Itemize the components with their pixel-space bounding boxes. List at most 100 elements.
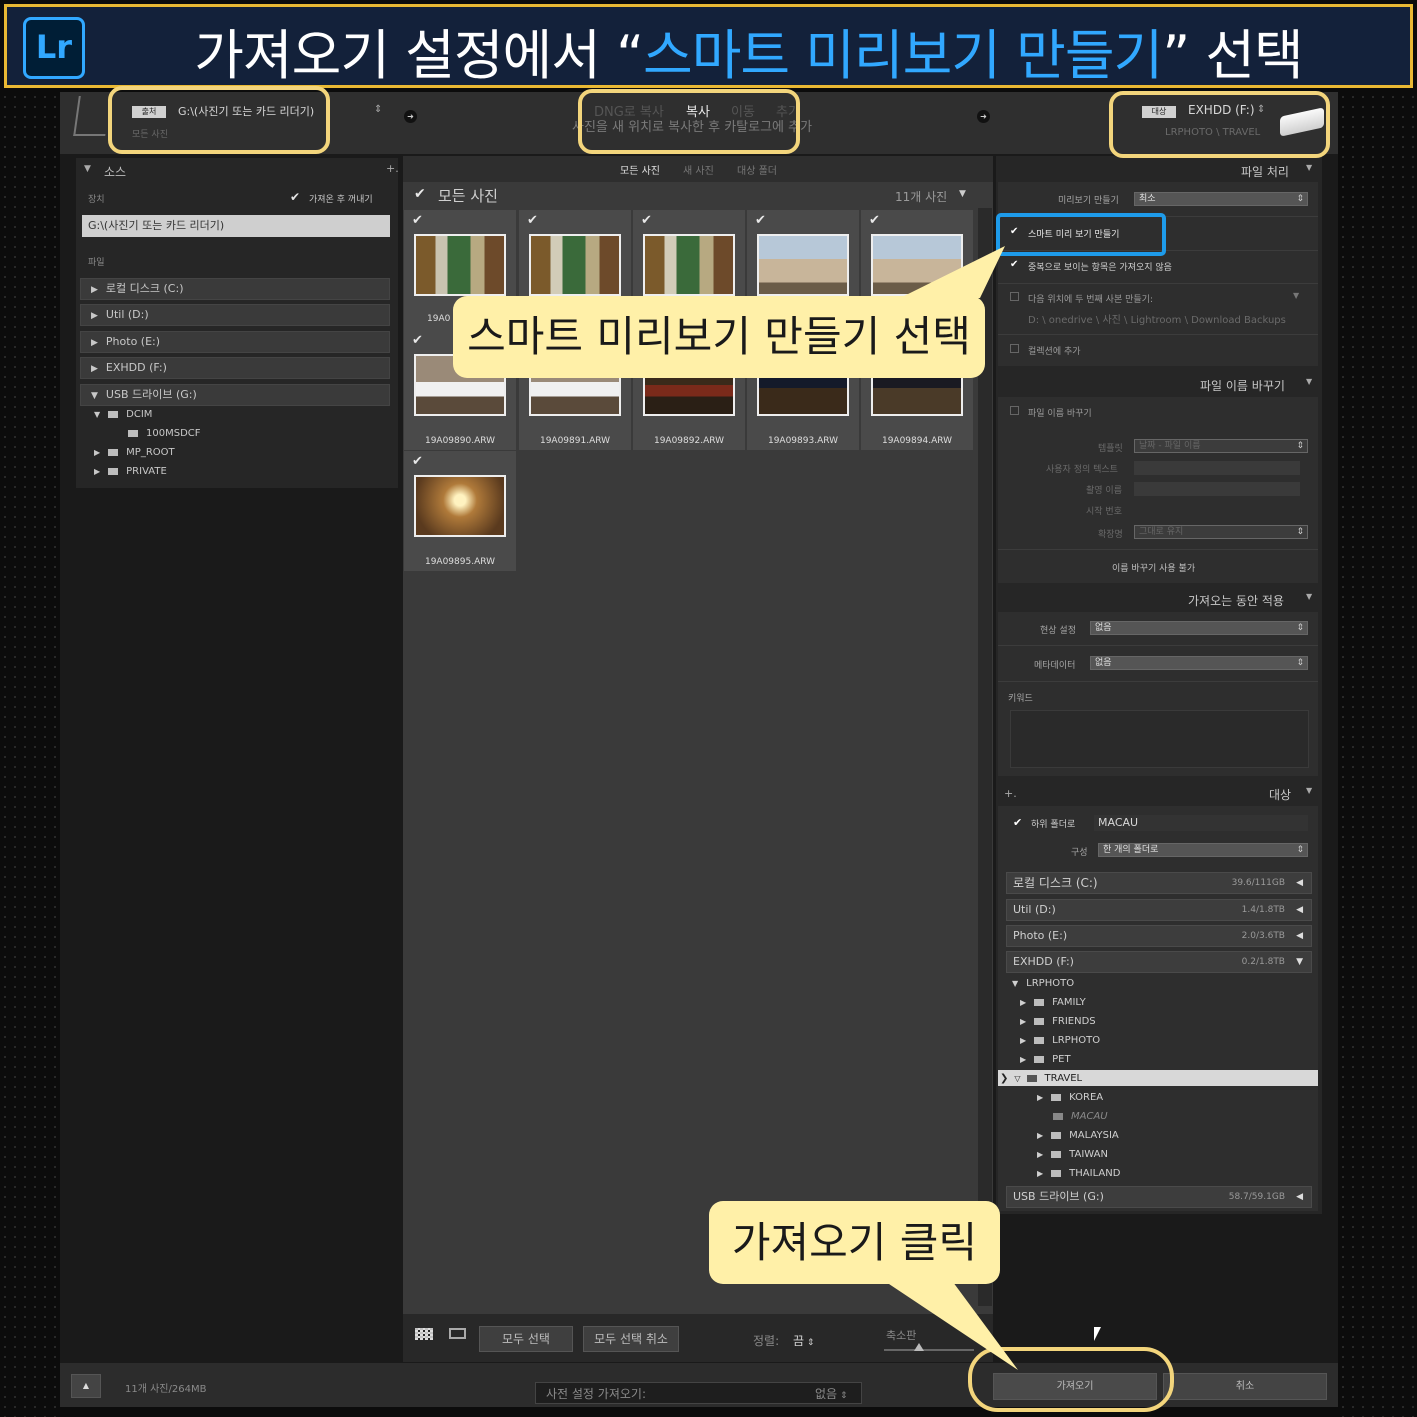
collapse-icon[interactable]: ▼ [1306, 592, 1312, 601]
dest-tree-korea[interactable]: ▶ KOREA [1037, 1092, 1103, 1103]
dest-tree-macau[interactable]: MACAU [1053, 1111, 1108, 1122]
source-drive-g[interactable]: ▼ USB 드라이브 (G:) [80, 384, 390, 406]
divider [998, 549, 1318, 550]
rename-label: 파일 이름 바꾸기 [1028, 409, 1092, 419]
source-drive-c[interactable]: ▶ 로컬 디스크 (C:) [80, 278, 390, 300]
dest-drive-c[interactable]: 로컬 디스크 (C:) 39.6/111GB ◀ [1006, 872, 1312, 894]
dest-tree-family[interactable]: ▶ FAMILY [1020, 997, 1086, 1008]
check-all-icon[interactable]: ✔ [414, 186, 426, 202]
sort-dropdown[interactable]: 끔 ⇕ [793, 1332, 814, 1349]
count-dropdown-icon[interactable]: ▼ [959, 189, 966, 199]
dest-tree-root[interactable]: ▼ LRPHOTO [1012, 978, 1074, 989]
import-preset-value[interactable]: 없음 ⇕ [815, 1385, 848, 1402]
second-copy-path: D: \ onedrive \ 사진 \ Lightroom \ Downloa… [1028, 315, 1286, 326]
background-texture [0, 92, 60, 1417]
sort-label: 정렬: [753, 1334, 780, 1348]
add-icon[interactable]: +. [386, 162, 399, 175]
tab-new-photos[interactable]: 새 사진 [683, 162, 714, 177]
dest-drive-f[interactable]: EXHDD (F:) 0.2/1.8TB ▼ [1006, 951, 1312, 973]
dest-tree-travel[interactable]: ❯ ▽ TRAVEL [1000, 1073, 1082, 1084]
add-collection-checkbox[interactable] [1010, 344, 1019, 353]
apply-title: 가져오는 동안 적용 [1188, 594, 1284, 608]
source-drive-e[interactable]: ▶ Photo (E:) [80, 331, 390, 353]
metadata-dropdown[interactable]: 없음 [1090, 656, 1308, 670]
folder-icon [1026, 1074, 1037, 1082]
camera-icon [73, 96, 111, 136]
eject-label: 가져온 후 꺼내기 [309, 195, 373, 205]
source-panel-title: 소스 [104, 165, 127, 179]
source-drive-f[interactable]: ▶ EXHDD (F:) [80, 357, 390, 379]
start-number-label: 시작 번호 [1086, 507, 1122, 517]
custom-text-input[interactable] [1134, 461, 1300, 475]
template-dropdown[interactable]: 날짜 - 파일 이름 [1134, 439, 1308, 453]
photo-image [414, 234, 506, 296]
import-callout: 가져오기 클릭 [709, 1201, 1000, 1284]
thumbnail[interactable]: ✔ 19A09895.ARW [404, 451, 516, 571]
dest-drive-e[interactable]: Photo (E:) 2.0/3.6TB ◀ [1006, 925, 1312, 947]
checkbox-icon[interactable]: ✔ [755, 214, 769, 228]
preview-dropdown[interactable]: 최소 [1134, 192, 1308, 206]
collapse-icon[interactable]: ▼ [84, 164, 91, 174]
lightroom-logo-icon: Lr [23, 17, 85, 79]
checkbox-icon[interactable]: ✔ [412, 214, 426, 228]
folder-icon [1051, 1093, 1062, 1101]
checkbox-icon[interactable]: ✔ [641, 214, 655, 228]
dest-tree-thailand[interactable]: ▶ THAILAND [1037, 1168, 1120, 1179]
footer-count: 11개 사진/264MB [125, 1384, 207, 1395]
tab-all-photos[interactable]: 모든 사진 [620, 162, 660, 177]
subfolder-input[interactable]: MACAU [1094, 815, 1308, 831]
grid-view-icon[interactable] [415, 1328, 433, 1340]
second-copy-dropdown-icon[interactable]: ▼ [1293, 291, 1299, 300]
preview-label: 미리보기 만들기 [1058, 196, 1119, 206]
expand-up-button[interactable]: ▲ [71, 1374, 101, 1398]
checkbox-icon[interactable]: ✔ [527, 214, 541, 228]
arrow-right-icon: ➜ [977, 110, 990, 123]
select-all-button[interactable]: 모두 선택 [479, 1326, 573, 1352]
source-tree-mproot[interactable]: ▶ MP_ROOT [94, 447, 175, 458]
collapse-icon[interactable]: ▼ [1306, 377, 1312, 386]
source-tree-100msdcf[interactable]: 100MSDCF [128, 428, 201, 439]
rename-title: 파일 이름 바꾸기 [1200, 379, 1285, 393]
loupe-view-icon[interactable] [449, 1328, 466, 1339]
develop-dropdown[interactable]: 없음 [1090, 621, 1308, 635]
dest-drive-g[interactable]: USB 드라이브 (G:) 58.7/59.1GB ◀ [1006, 1186, 1312, 1208]
deselect-all-button[interactable]: 모두 선택 취소 [583, 1326, 679, 1352]
tutorial-banner: Lr 가져오기 설정에서 “스마트 미리보기 만들기” 선택 [4, 4, 1413, 88]
dest-tree-malaysia[interactable]: ▶ MALAYSIA [1037, 1130, 1119, 1141]
checkbox-icon[interactable]: ✔ [869, 214, 883, 228]
rename-disabled: 이름 바꾸기 사용 불가 [1112, 564, 1196, 574]
dest-tree-lrphoto[interactable]: ▶ LRPHOTO [1020, 1035, 1100, 1046]
banner-title: 가져오기 설정에서 “스마트 미리보기 만들기” 선택 [194, 24, 1303, 87]
divider [998, 283, 1318, 284]
dest-tree-pet[interactable]: ▶ PET [1020, 1054, 1071, 1065]
dest-tree-friends[interactable]: ▶ FRIENDS [1020, 1016, 1096, 1027]
folder-icon [1053, 1112, 1063, 1120]
folder-icon [1051, 1169, 1062, 1177]
subfolder-checkbox[interactable]: ✔ [1013, 816, 1022, 829]
files-label: 파일 [88, 258, 105, 268]
keywords-input[interactable] [1010, 710, 1309, 768]
cancel-button[interactable]: 취소 [1163, 1373, 1327, 1400]
organize-dropdown[interactable]: 한 개의 폴더로 [1098, 843, 1308, 857]
checkbox-icon[interactable]: ✔ [412, 334, 426, 348]
device-field[interactable]: G:\(사진기 또는 카드 리더기) [82, 215, 390, 237]
keywords-label: 키워드 [1008, 694, 1033, 704]
collapse-icon[interactable]: ▼ [1306, 163, 1312, 172]
folder-icon [108, 467, 119, 475]
tab-dest-folders[interactable]: 대상 폴더 [737, 162, 777, 177]
eject-checkbox[interactable]: ✔ [290, 190, 300, 204]
rename-checkbox[interactable] [1010, 406, 1019, 415]
extension-dropdown[interactable]: 그대로 유지 [1134, 525, 1308, 539]
dest-drive-d[interactable]: Util (D:) 1.4/1.8TB ◀ [1006, 899, 1312, 921]
dest-title: 대상 [1269, 788, 1292, 802]
shoot-name-input[interactable] [1134, 482, 1300, 496]
source-drive-d[interactable]: ▶ Util (D:) [80, 304, 390, 326]
dest-tree-taiwan[interactable]: ▶ TAIWAN [1037, 1149, 1108, 1160]
checkbox-icon[interactable]: ✔ [412, 455, 426, 469]
dest-add-icon[interactable]: +. [1004, 787, 1017, 800]
source-dropdown-icon[interactable]: ⇕ [374, 104, 382, 115]
folder-icon [128, 429, 138, 437]
collapse-icon[interactable]: ▼ [1306, 786, 1312, 795]
source-tree-private[interactable]: ▶ PRIVATE [94, 466, 167, 477]
source-tree-dcim[interactable]: ▼ DCIM [94, 409, 152, 420]
